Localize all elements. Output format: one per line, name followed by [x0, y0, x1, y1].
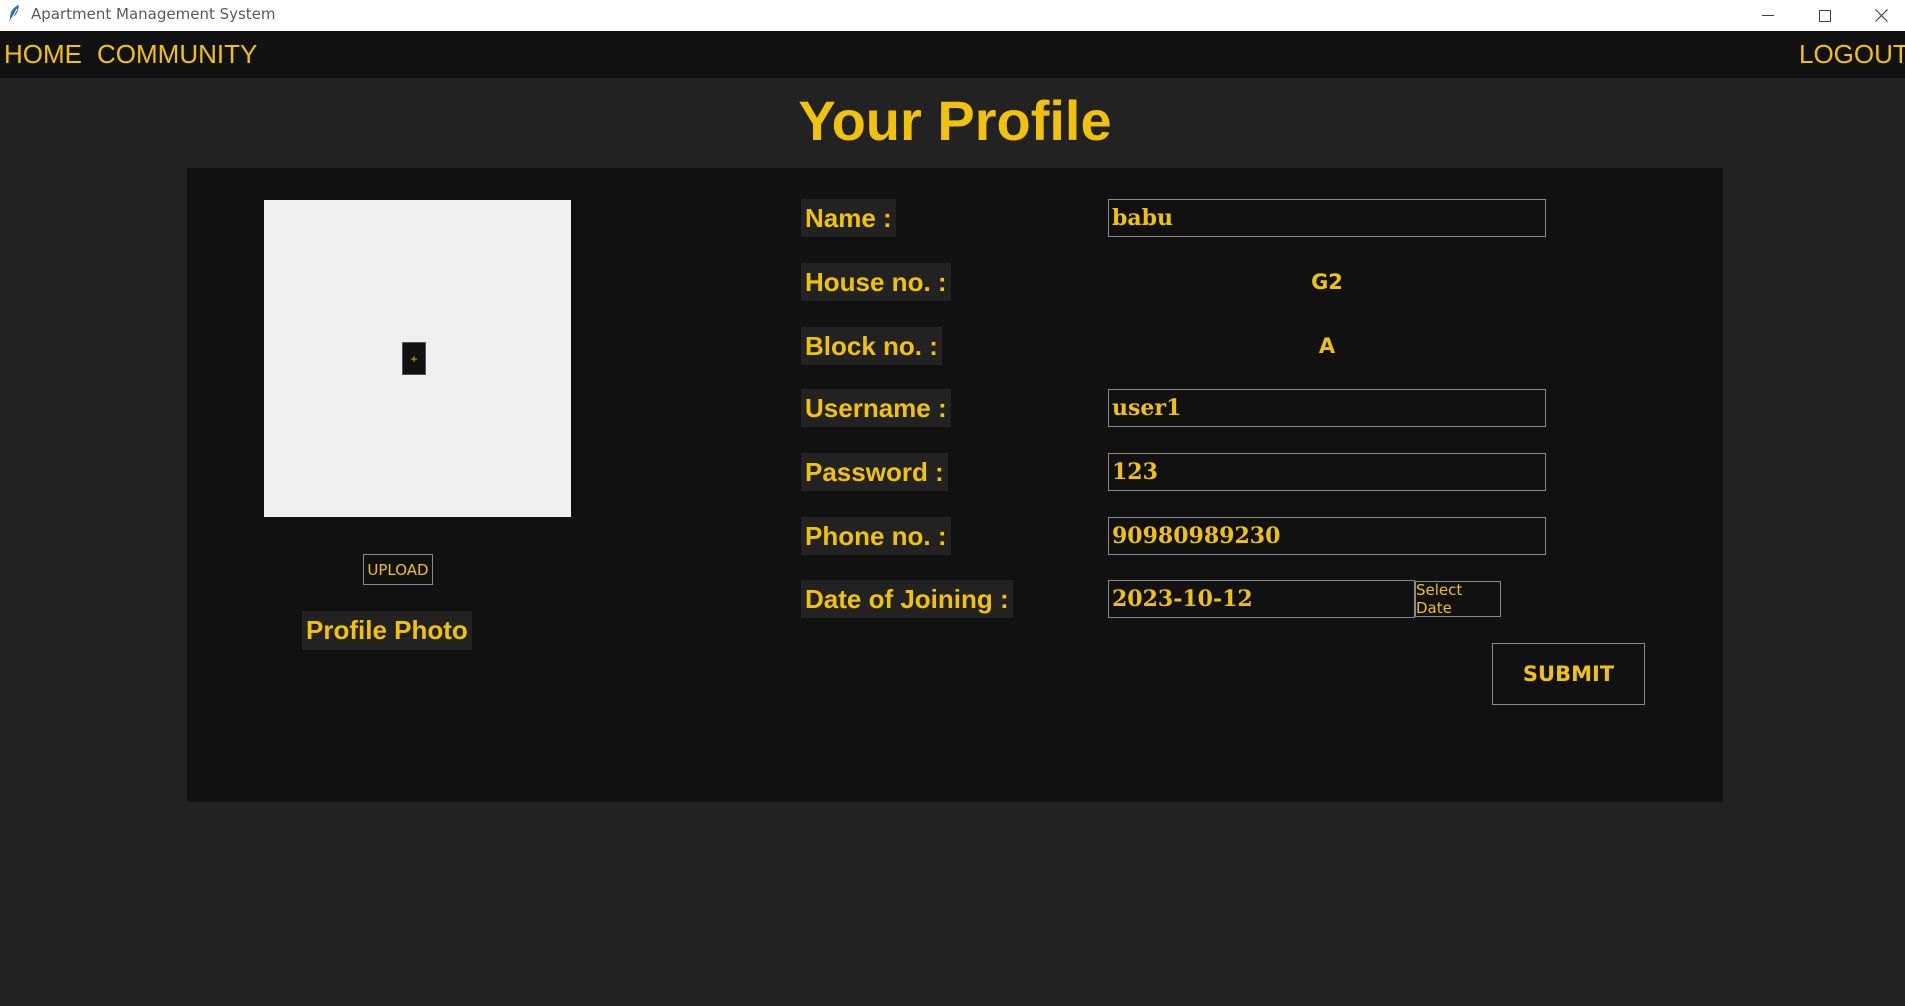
nav-home[interactable]: HOME: [4, 41, 82, 67]
username-label: Username :: [801, 389, 951, 427]
select-date-button[interactable]: Select Date: [1415, 581, 1501, 617]
date-of-joining-label: Date of Joining :: [801, 580, 1013, 618]
name-label: Name :: [801, 199, 896, 237]
house-no-value: G2: [1311, 270, 1343, 294]
password-label: Password :: [801, 453, 948, 491]
phone-no-field[interactable]: [1108, 517, 1546, 555]
block-no-label: Block no. :: [801, 327, 942, 365]
date-of-joining-field[interactable]: [1108, 580, 1415, 618]
password-field[interactable]: [1108, 453, 1546, 491]
page-title: Your Profile: [798, 89, 1112, 152]
nav-community[interactable]: COMMUNITY: [97, 41, 257, 67]
username-field[interactable]: [1108, 389, 1546, 427]
feather-icon: [7, 4, 21, 24]
maximize-button[interactable]: [1797, 0, 1853, 31]
profile-photo-label: Profile Photo: [302, 611, 472, 650]
upload-button[interactable]: UPLOAD: [363, 554, 433, 585]
window-title: Apartment Management System: [31, 5, 276, 23]
house-no-label: House no. :: [801, 263, 951, 301]
window-title-bar: Apartment Management System: [0, 0, 1905, 31]
minimize-button[interactable]: [1740, 0, 1796, 31]
phone-no-label: Phone no. :: [801, 517, 951, 555]
top-navbar: HOME COMMUNITY LOGOUT: [0, 31, 1905, 78]
name-field[interactable]: [1108, 199, 1546, 237]
block-no-value: A: [1318, 334, 1336, 358]
close-button[interactable]: [1853, 0, 1905, 31]
nav-logout[interactable]: LOGOUT: [1799, 41, 1905, 67]
photo-plus-button[interactable]: +: [402, 342, 426, 375]
submit-button[interactable]: SUBMIT: [1492, 643, 1645, 705]
